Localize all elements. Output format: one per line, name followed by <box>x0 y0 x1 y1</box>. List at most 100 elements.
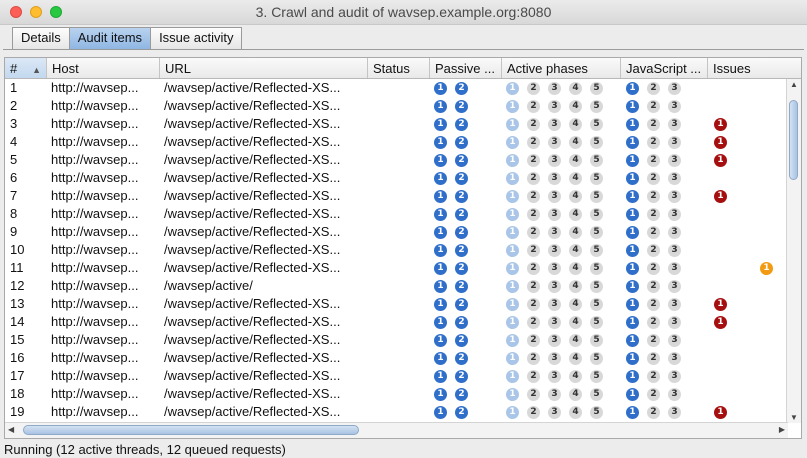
passive-phase-2-icon: 2 <box>455 279 468 293</box>
passive-phases: 12 <box>434 331 476 349</box>
high-severity-issue-icon[interactable]: 1 <box>714 297 727 311</box>
active-phases: 12345 <box>506 169 611 187</box>
table-row[interactable]: 4 http://wavsep... /wavsep/active/Reflecte… <box>5 133 788 151</box>
scroll-left-icon[interactable]: ◀ <box>8 425 14 434</box>
active-phase-5-icon: 5 <box>590 117 603 131</box>
active-phase-4-icon: 4 <box>569 225 582 239</box>
column-header-number[interactable]: # ▲ <box>5 58 47 78</box>
column-header-url[interactable]: URL <box>160 58 368 78</box>
table-row[interactable]: 12 http://wavsep.../wavsep/active/1 2 1 2 3 4 5… <box>5 277 788 295</box>
passive-phase-1-icon: 1 <box>434 99 447 113</box>
table-row[interactable]: 11 http://wavsep.../wavsep/active/Reflect… <box>5 259 788 277</box>
passive-phase-1-icon: 1 <box>434 333 447 347</box>
table-row[interactable]: 1 http://wavsep... /wavsep/active/Reflecte… <box>5 79 788 97</box>
javascript-phase-2-icon: 2 <box>647 99 660 113</box>
issues-cell: 1 <box>714 313 735 331</box>
tab-bar: Details Audit items Issue activity <box>12 27 243 49</box>
issues-cell: 1 <box>714 187 735 205</box>
active-phase-1-icon: 1 <box>506 351 519 365</box>
table-row[interactable]: 9 http://wavsep... /wavsep/active/Reflecte… <box>5 223 788 241</box>
table-row[interactable]: 6 http://wavsep... /wavsep/active/Reflecte… <box>5 169 788 187</box>
scroll-down-icon[interactable]: ▼ <box>790 413 798 422</box>
table-row[interactable]: 8 http://wavsep... /wavsep/active/Reflecte… <box>5 205 788 223</box>
javascript-phases: 123 <box>626 331 689 349</box>
medium-severity-issue-icon[interactable]: 1 <box>760 261 773 275</box>
active-phase-4-icon: 4 <box>569 135 582 149</box>
tab-issue-activity[interactable]: Issue activity <box>150 27 243 49</box>
active-phase-5-icon: 5 <box>590 153 603 167</box>
table-row[interactable]: 13 http://wavsep.../wavsep/active/Reflect… <box>5 295 788 313</box>
passive-phase-1-icon: 1 <box>434 135 447 149</box>
column-header-javascript[interactable]: JavaScript ... <box>621 58 708 78</box>
row-host: http://wavsep... <box>51 188 139 203</box>
row-number: 14 <box>10 314 25 329</box>
row-host: http://wavsep... <box>51 368 139 383</box>
table-row[interactable]: 7 http://wavsep... /wavsep/active/Reflecte… <box>5 187 788 205</box>
table-row[interactable]: 19 http://wavsep... /wavsep/active/Reflect… <box>5 403 788 421</box>
active-phase-4-icon: 4 <box>569 207 582 221</box>
table-row[interactable]: 5 http://wavsep... /wavsep/active/Reflecte… <box>5 151 788 169</box>
javascript-phase-3-icon: 3 <box>668 369 681 383</box>
javascript-phase-1-icon: 1 <box>626 135 639 149</box>
javascript-phases: 123 <box>626 367 689 385</box>
column-header-status[interactable]: Status <box>368 58 430 78</box>
table-row[interactable]: 10 http://wavsep... /wavsep/active/Reflect… <box>5 241 788 259</box>
vertical-scroll-thumb[interactable] <box>789 100 798 180</box>
active-phase-3-icon: 3 <box>548 333 561 347</box>
passive-phase-2-icon: 2 <box>455 351 468 365</box>
javascript-phase-2-icon: 2 <box>647 315 660 329</box>
high-severity-issue-icon[interactable]: 1 <box>714 189 727 203</box>
high-severity-issue-icon[interactable]: 1 <box>714 405 727 419</box>
table-row[interactable]: 17 http://wavsep... /wavsep/active/Reflect… <box>5 367 788 385</box>
table-row[interactable]: 16 http://wavsep... /wavsep/active/Reflect… <box>5 349 788 367</box>
active-phase-2-icon: 2 <box>527 153 540 167</box>
active-phases: 12345 <box>506 259 611 277</box>
active-phase-2-icon: 2 <box>527 387 540 401</box>
row-number: 13 <box>10 296 25 311</box>
row-url: /wavsep/active/Reflected-XS... <box>164 170 341 185</box>
high-severity-issue-icon[interactable]: 1 <box>714 135 727 149</box>
table-row[interactable]: 2 http://wavsep... /wavsep/active/Reflecte… <box>5 97 788 115</box>
issues-cell: 1 <box>714 403 735 421</box>
active-phase-5-icon: 5 <box>590 387 603 401</box>
high-severity-issue-icon[interactable]: 1 <box>714 153 727 167</box>
row-url: /wavsep/active/Reflected-XS... <box>164 152 341 167</box>
high-severity-issue-icon[interactable]: 1 <box>714 117 727 131</box>
table-row[interactable]: 3 http://wavsep... /wavsep/active/Reflecte… <box>5 115 788 133</box>
column-header-passive[interactable]: Passive ... <box>430 58 502 78</box>
table-row[interactable]: 18 http://wavsep... /wavsep/active/Reflect… <box>5 385 788 403</box>
active-phases: 12345 <box>506 241 611 259</box>
column-header-issues[interactable]: Issues <box>708 58 801 78</box>
active-phase-1-icon: 1 <box>506 369 519 383</box>
active-phase-5-icon: 5 <box>590 135 603 149</box>
javascript-phase-3-icon: 3 <box>668 153 681 167</box>
javascript-phase-3-icon: 3 <box>668 315 681 329</box>
scroll-up-icon[interactable]: ▲ <box>790 80 798 89</box>
passive-phase-2-icon: 2 <box>455 387 468 401</box>
javascript-phase-2-icon: 2 <box>647 333 660 347</box>
column-header-active-phases[interactable]: Active phases <box>502 58 621 78</box>
active-phase-2-icon: 2 <box>527 333 540 347</box>
vertical-scrollbar[interactable]: ▲ ▼ <box>786 79 801 423</box>
active-phase-3-icon: 3 <box>548 153 561 167</box>
javascript-phases: 123 <box>626 223 689 241</box>
high-severity-issue-icon[interactable]: 1 <box>714 315 727 329</box>
javascript-phases: 123 <box>626 277 689 295</box>
active-phase-3-icon: 3 <box>548 351 561 365</box>
tab-details[interactable]: Details <box>12 27 70 49</box>
tab-audit-items[interactable]: Audit items <box>68 27 152 49</box>
column-header-host[interactable]: Host <box>47 58 160 78</box>
scroll-right-icon[interactable]: ▶ <box>779 425 785 434</box>
horizontal-scroll-thumb[interactable] <box>23 425 359 435</box>
active-phase-5-icon: 5 <box>590 171 603 185</box>
javascript-phase-2-icon: 2 <box>647 297 660 311</box>
active-phase-2-icon: 2 <box>527 297 540 311</box>
row-number: 1 <box>10 80 18 95</box>
table-row[interactable]: 14 http://wavsep.../wavsep/active/Reflect… <box>5 313 788 331</box>
horizontal-scrollbar[interactable]: ◀ ▶ <box>5 422 788 438</box>
javascript-phase-3-icon: 3 <box>668 279 681 293</box>
javascript-phase-2-icon: 2 <box>647 117 660 131</box>
row-number: 12 <box>10 278 25 293</box>
table-row[interactable]: 15 http://wavsep.../wavsep/active/Reflect… <box>5 331 788 349</box>
passive-phases: 12 <box>434 403 476 421</box>
